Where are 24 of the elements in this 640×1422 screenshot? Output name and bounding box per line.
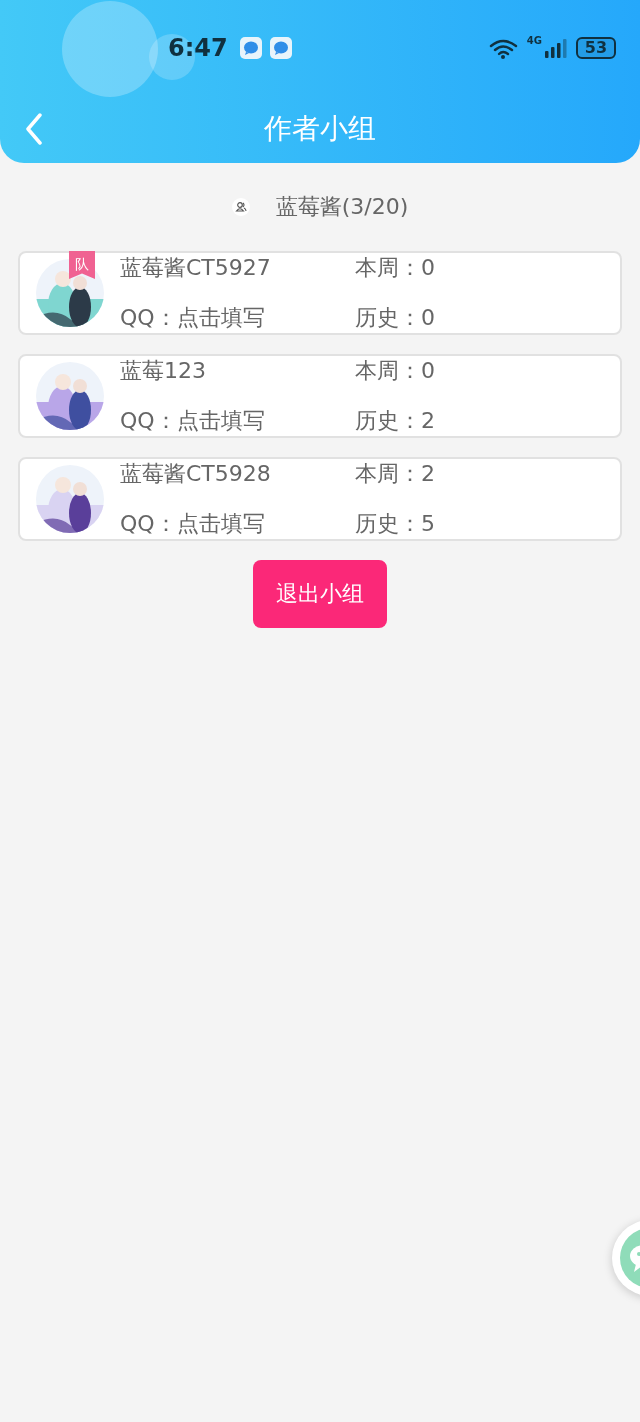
weekly-count: 本周：0 <box>355 254 435 282</box>
member-name: 蓝莓123 <box>120 357 207 385</box>
signal-icon <box>544 37 568 58</box>
message-icon <box>239 36 262 59</box>
leader-badge: 队 <box>69 251 95 279</box>
member-name: 蓝莓酱CT5927 <box>120 254 272 282</box>
network-label: 4G <box>526 35 542 46</box>
qq-field[interactable]: QQ：点击填写 <box>120 509 355 539</box>
battery-indicator: 53 <box>576 36 616 59</box>
history-count: 历史：2 <box>355 407 435 435</box>
weekly-count: 本周：0 <box>355 357 435 385</box>
group-name: 蓝莓酱(3/20) <box>275 193 409 221</box>
leave-group-button[interactable]: 退出小组 <box>253 560 387 628</box>
status-time: 6:47 <box>168 33 228 62</box>
page-title: 作者小组 <box>264 111 376 147</box>
history-count: 历史：5 <box>355 510 435 538</box>
message-icon <box>269 36 292 59</box>
weekly-count: 本周：2 <box>355 460 435 488</box>
member-name: 蓝莓酱CT5928 <box>120 460 272 488</box>
group-icon <box>231 198 250 216</box>
qq-field[interactable]: QQ：点击填写 <box>120 303 355 333</box>
qq-field[interactable]: QQ：点击填写 <box>120 406 355 436</box>
history-count: 历史：0 <box>355 304 435 332</box>
back-icon[interactable] <box>24 113 44 145</box>
